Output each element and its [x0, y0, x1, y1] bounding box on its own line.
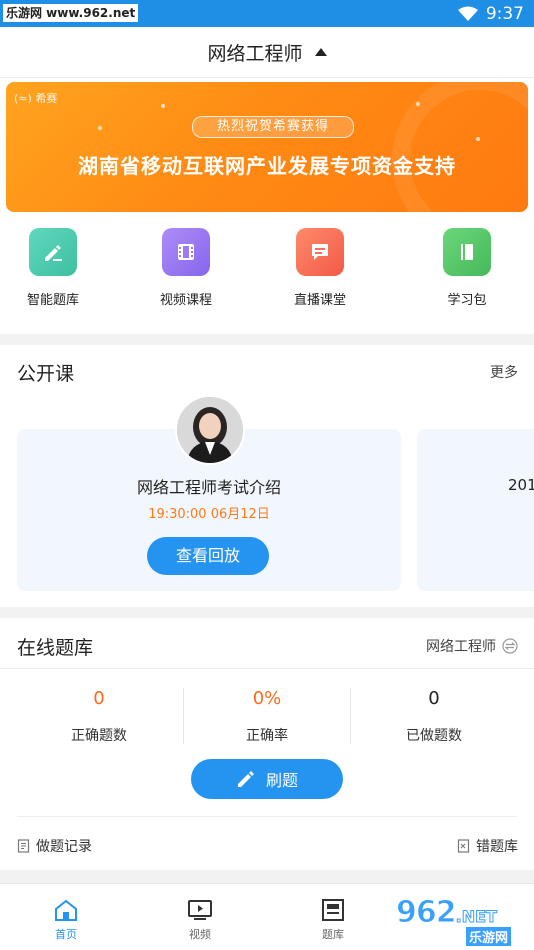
pencil-icon: [29, 228, 77, 276]
banner-dot: [98, 126, 102, 130]
practice-button[interactable]: 刷题: [191, 759, 343, 799]
course-selector[interactable]: 网络工程师: [0, 27, 534, 78]
records-label: 做题记录: [36, 839, 92, 855]
stat-correct-count: 0 正确题数: [10, 688, 188, 745]
watermark-site: 乐游网: [466, 927, 512, 946]
course-title: 网络工程师考试介绍: [136, 478, 281, 497]
watermark-label: 乐游网 www.962.net: [3, 4, 139, 22]
category-live-class[interactable]: 直播课堂: [270, 228, 370, 308]
course-name: 网络工程师: [426, 639, 496, 655]
banner-tagline: 热烈祝贺希赛获得: [192, 116, 354, 138]
category-label: 智能题库: [26, 293, 79, 308]
logo-text: 希赛: [35, 92, 58, 105]
stat-label: 已做题数: [406, 728, 462, 744]
site-watermark: 962.NET 乐游网: [396, 895, 530, 946]
replay-button[interactable]: 查看回放: [147, 537, 269, 575]
promo-banner[interactable]: (≈) 希赛 热烈祝贺希赛获得 湖南省移动互联网产业发展专项资金支持: [6, 82, 528, 212]
category-study-pack[interactable]: 学习包: [417, 228, 517, 308]
open-course-section: 公开课 更多 网络工程师考试介绍 19:30:00 06月12日 查看回放 20…: [0, 345, 534, 607]
course-title: 201: [508, 476, 534, 494]
wrong-bank-link[interactable]: 错题库: [457, 836, 518, 856]
wifi-icon: [457, 6, 478, 21]
section-title: 公开课: [17, 363, 75, 385]
practice-label: 刷题: [265, 771, 298, 790]
tab-question-bank[interactable]: 题库: [293, 898, 373, 942]
stat-done-count: 0 已做题数: [345, 688, 523, 745]
watermark-number: 962: [396, 895, 458, 931]
tv-icon: [160, 898, 240, 922]
category-label: 直播课堂: [293, 293, 346, 308]
banner-decoration: [392, 82, 528, 212]
tab-label: 首页: [55, 928, 77, 941]
section-title: 在线题库: [17, 637, 94, 659]
switch-icon: [502, 638, 518, 654]
stat-accuracy: 0% 正确率: [178, 688, 356, 745]
course-card[interactable]: 201: [417, 429, 534, 591]
teacher-avatar: [175, 395, 245, 465]
stat-label: 正确率: [246, 728, 288, 744]
category-smart-bank[interactable]: 智能题库: [3, 228, 103, 308]
video-icon: [162, 228, 210, 276]
banner-dot: [476, 137, 480, 141]
stat-value: 0: [93, 688, 105, 709]
logo-icon: (≈): [14, 92, 32, 105]
banner-logo: (≈) 希赛: [14, 90, 57, 106]
clock-time: 9:37: [485, 4, 524, 24]
pencil-icon: [237, 771, 254, 787]
question-bank-section: 在线题库 网络工程师 0 正确题数 0% 正确率 0 已做题数 刷题 做题记录 …: [0, 618, 534, 870]
status-bar: 乐游网 www.962.net 9:37: [0, 0, 534, 27]
banner-headline: 湖南省移动互联网产业发展专项资金支持: [78, 154, 456, 178]
tab-video[interactable]: 视频: [160, 898, 240, 942]
category-label: 学习包: [447, 293, 487, 308]
record-icon: [17, 839, 30, 853]
divider: [17, 816, 517, 817]
book-stack-icon: [293, 898, 373, 922]
watermark-net: .NET: [455, 907, 497, 927]
more-link[interactable]: 更多: [490, 362, 518, 382]
category-grid: 智能题库 视频课程 直播课堂 学习包: [0, 228, 534, 318]
records-link[interactable]: 做题记录: [17, 836, 92, 856]
top-section: (≈) 希赛 热烈祝贺希赛获得 湖南省移动互联网产业发展专项资金支持 智能题库 …: [0, 78, 534, 334]
stat-value: 0%: [252, 688, 282, 709]
chat-icon: [296, 228, 344, 276]
book-icon: [443, 228, 491, 276]
page-title: 网络工程师: [207, 42, 303, 65]
home-icon: [26, 898, 106, 922]
tab-home[interactable]: 首页: [26, 898, 106, 942]
stat-value: 0: [428, 688, 440, 709]
category-label: 视频课程: [159, 293, 212, 308]
banner-dot: [416, 102, 420, 106]
caret-up-icon: [314, 48, 327, 56]
course-time: 19:30:00 06月12日: [148, 507, 270, 522]
wrong-book-icon: [457, 839, 470, 853]
banner-dot: [161, 104, 165, 108]
stat-label: 正确题数: [71, 728, 127, 744]
category-video-course[interactable]: 视频课程: [136, 228, 236, 308]
tab-label: 题库: [322, 928, 344, 941]
tab-label: 视频: [189, 928, 211, 941]
wrong-bank-label: 错题库: [476, 839, 518, 855]
switch-course[interactable]: 网络工程师: [426, 636, 518, 656]
divider: [0, 668, 534, 669]
